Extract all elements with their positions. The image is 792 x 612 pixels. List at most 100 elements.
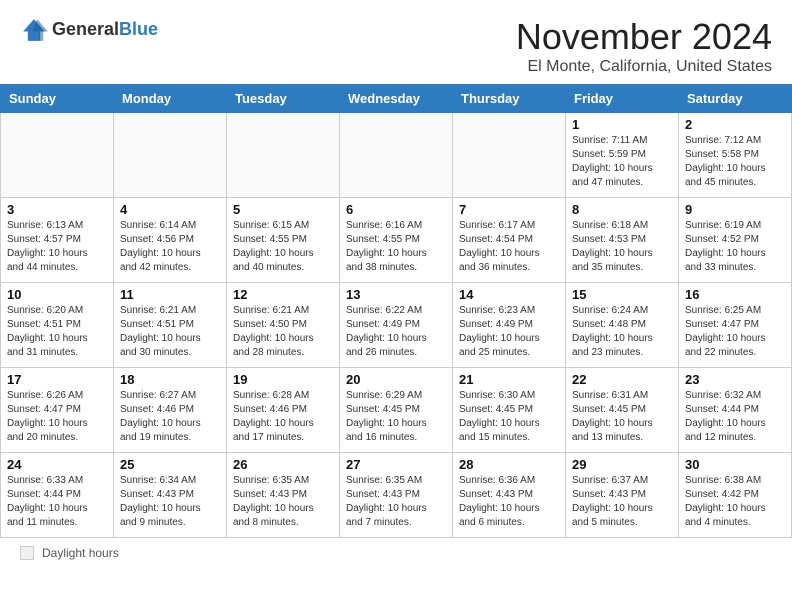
- week-row-3: 10 Sunrise: 6:20 AM Sunset: 4:51 PM Dayli…: [1, 283, 792, 368]
- day-number: 19: [233, 372, 333, 387]
- day-info: Sunrise: 6:31 AM Sunset: 4:45 PM Dayligh…: [572, 389, 672, 445]
- day-cell: 8Sunrise: 6:18 AM Sunset: 4:53 PM Daylig…: [566, 198, 679, 283]
- day-number: 4: [120, 202, 220, 217]
- weekday-thursday: Thursday: [453, 85, 566, 113]
- day-info: Sunrise: 6:28 AM Sunset: 4:46 PM Dayligh…: [233, 389, 333, 445]
- day-info: Sunrise: 6:30 AM Sunset: 4:45 PM Dayligh…: [459, 389, 559, 445]
- day-info: Sunrise: 6:29 AM Sunset: 4:45 PM Dayligh…: [346, 389, 446, 445]
- day-cell: 25Sunrise: 6:34 AM Sunset: 4:43 PM Dayli…: [114, 453, 227, 538]
- day-cell: 4 Sunrise: 6:14 AM Sunset: 4:56 PM Daylig…: [114, 198, 227, 283]
- day-info: Sunrise: 6:21 AM Sunset: 4:51 PM Dayligh…: [120, 304, 220, 360]
- day-cell: 24Sunrise: 6:33 AM Sunset: 4:44 PM Dayli…: [1, 453, 114, 538]
- day-number: 5: [233, 202, 333, 217]
- day-info: Sunrise: 6:20 AM Sunset: 4:51 PM Dayligh…: [7, 304, 107, 360]
- day-info: Sunrise: 7:12 AM Sunset: 5:58 PM Dayligh…: [685, 134, 785, 190]
- week-row-4: 17 Sunrise: 6:26 AM Sunset: 4:47 PM Dayli…: [1, 368, 792, 453]
- day-cell: 9Sunrise: 6:19 AM Sunset: 4:52 PM Daylig…: [679, 198, 792, 283]
- day-cell: 19 Sunrise: 6:28 AM Sunset: 4:46 PM Dayli…: [227, 368, 340, 453]
- day-number: 6: [346, 202, 446, 217]
- day-info: Sunrise: 6:15 AM Sunset: 4:55 PM Dayligh…: [233, 219, 333, 275]
- day-cell: 28 Sunrise: 6:36 AM Sunset: 4:43 PM Dayli…: [453, 453, 566, 538]
- logo-blue: Blue: [119, 19, 158, 39]
- day-info: Sunrise: 6:13 AM Sunset: 4:57 PM Dayligh…: [7, 219, 107, 275]
- day-info: Sunrise: 6:22 AM Sunset: 4:49 PM Dayligh…: [346, 304, 446, 360]
- day-cell: 14 Sunrise: 6:23 AM Sunset: 4:49 PM Dayli…: [453, 283, 566, 368]
- day-cell: [453, 113, 566, 198]
- day-number: 18: [120, 372, 220, 387]
- calendar: SundayMondayTuesdayWednesdayThursdayFrid…: [0, 84, 792, 538]
- logo: GeneralBlue: [20, 16, 158, 44]
- header: GeneralBlue November 2024 El Monte, Cali…: [0, 0, 792, 84]
- day-number: 2: [685, 117, 785, 132]
- day-cell: 12Sunrise: 6:21 AM Sunset: 4:50 PM Dayli…: [227, 283, 340, 368]
- weekday-wednesday: Wednesday: [340, 85, 453, 113]
- day-cell: 21 Sunrise: 6:30 AM Sunset: 4:45 PM Dayli…: [453, 368, 566, 453]
- day-cell: 2 Sunrise: 7:12 AM Sunset: 5:58 PM Daylig…: [679, 113, 792, 198]
- day-number: 3: [7, 202, 107, 217]
- day-cell: 30Sunrise: 6:38 AM Sunset: 4:42 PM Dayli…: [679, 453, 792, 538]
- location: El Monte, California, United States: [516, 58, 772, 76]
- day-cell: 20 Sunrise: 6:29 AM Sunset: 4:45 PM Dayli…: [340, 368, 453, 453]
- day-info: Sunrise: 6:27 AM Sunset: 4:46 PM Dayligh…: [120, 389, 220, 445]
- day-cell: 3 Sunrise: 6:13 AM Sunset: 4:57 PM Daylig…: [1, 198, 114, 283]
- week-row-5: 24Sunrise: 6:33 AM Sunset: 4:44 PM Dayli…: [1, 453, 792, 538]
- day-number: 22: [572, 372, 672, 387]
- day-cell: 17 Sunrise: 6:26 AM Sunset: 4:47 PM Dayli…: [1, 368, 114, 453]
- day-info: Sunrise: 6:26 AM Sunset: 4:47 PM Dayligh…: [7, 389, 107, 445]
- weekday-saturday: Saturday: [679, 85, 792, 113]
- day-number: 12: [233, 287, 333, 302]
- day-info: Sunrise: 6:25 AM Sunset: 4:47 PM Dayligh…: [685, 304, 785, 360]
- day-number: 14: [459, 287, 559, 302]
- day-cell: 10 Sunrise: 6:20 AM Sunset: 4:51 PM Dayli…: [1, 283, 114, 368]
- day-cell: [227, 113, 340, 198]
- day-cell: [340, 113, 453, 198]
- day-info: Sunrise: 7:11 AM Sunset: 5:59 PM Dayligh…: [572, 134, 672, 190]
- day-cell: 23Sunrise: 6:32 AM Sunset: 4:44 PM Dayli…: [679, 368, 792, 453]
- day-cell: 22 Sunrise: 6:31 AM Sunset: 4:45 PM Dayli…: [566, 368, 679, 453]
- weekday-tuesday: Tuesday: [227, 85, 340, 113]
- week-row-2: 3 Sunrise: 6:13 AM Sunset: 4:57 PM Daylig…: [1, 198, 792, 283]
- day-info: Sunrise: 6:38 AM Sunset: 4:42 PM Dayligh…: [685, 474, 785, 530]
- legend: Daylight hours: [0, 538, 792, 568]
- day-number: 13: [346, 287, 446, 302]
- day-number: 10: [7, 287, 107, 302]
- day-info: Sunrise: 6:24 AM Sunset: 4:48 PM Dayligh…: [572, 304, 672, 360]
- day-number: 27: [346, 457, 446, 472]
- day-info: Sunrise: 6:17 AM Sunset: 4:54 PM Dayligh…: [459, 219, 559, 275]
- day-info: Sunrise: 6:34 AM Sunset: 4:43 PM Dayligh…: [120, 474, 220, 530]
- day-cell: 16Sunrise: 6:25 AM Sunset: 4:47 PM Dayli…: [679, 283, 792, 368]
- day-info: Sunrise: 6:33 AM Sunset: 4:44 PM Dayligh…: [7, 474, 107, 530]
- day-cell: 7Sunrise: 6:17 AM Sunset: 4:54 PM Daylig…: [453, 198, 566, 283]
- day-info: Sunrise: 6:37 AM Sunset: 4:43 PM Dayligh…: [572, 474, 672, 530]
- day-cell: 13 Sunrise: 6:22 AM Sunset: 4:49 PM Dayli…: [340, 283, 453, 368]
- day-cell: 15 Sunrise: 6:24 AM Sunset: 4:48 PM Dayli…: [566, 283, 679, 368]
- day-number: 28: [459, 457, 559, 472]
- day-number: 15: [572, 287, 672, 302]
- day-cell: 27 Sunrise: 6:35 AM Sunset: 4:43 PM Dayli…: [340, 453, 453, 538]
- logo-general: General: [52, 19, 119, 39]
- day-cell: 11Sunrise: 6:21 AM Sunset: 4:51 PM Dayli…: [114, 283, 227, 368]
- logo-text: GeneralBlue: [52, 20, 158, 40]
- weekday-friday: Friday: [566, 85, 679, 113]
- day-number: 21: [459, 372, 559, 387]
- day-number: 9: [685, 202, 785, 217]
- day-info: Sunrise: 6:23 AM Sunset: 4:49 PM Dayligh…: [459, 304, 559, 360]
- day-number: 26: [233, 457, 333, 472]
- day-info: Sunrise: 6:36 AM Sunset: 4:43 PM Dayligh…: [459, 474, 559, 530]
- day-number: 1: [572, 117, 672, 132]
- day-cell: 6Sunrise: 6:16 AM Sunset: 4:55 PM Daylig…: [340, 198, 453, 283]
- day-info: Sunrise: 6:35 AM Sunset: 4:43 PM Dayligh…: [346, 474, 446, 530]
- day-cell: [1, 113, 114, 198]
- day-info: Sunrise: 6:14 AM Sunset: 4:56 PM Dayligh…: [120, 219, 220, 275]
- legend-label: Daylight hours: [42, 546, 119, 560]
- day-cell: 18 Sunrise: 6:27 AM Sunset: 4:46 PM Dayli…: [114, 368, 227, 453]
- day-number: 17: [7, 372, 107, 387]
- day-number: 23: [685, 372, 785, 387]
- day-number: 29: [572, 457, 672, 472]
- day-number: 20: [346, 372, 446, 387]
- week-row-1: 1 Sunrise: 7:11 AM Sunset: 5:59 PM Daylig…: [1, 113, 792, 198]
- title-block: November 2024 El Monte, California, Unit…: [516, 16, 772, 76]
- day-number: 8: [572, 202, 672, 217]
- month-title: November 2024: [516, 16, 772, 58]
- weekday-header-row: SundayMondayTuesdayWednesdayThursdayFrid…: [1, 85, 792, 113]
